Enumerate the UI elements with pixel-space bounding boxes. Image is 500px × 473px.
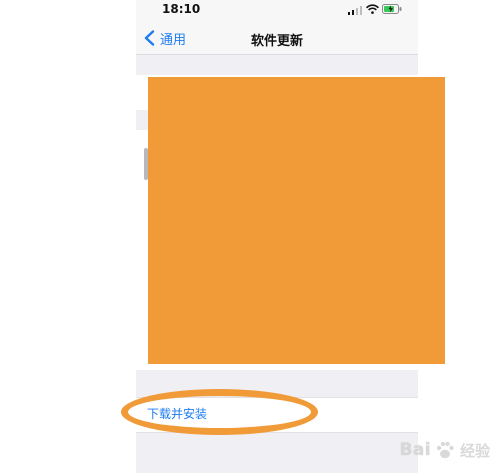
navigation-bar: 通用 软件更新 [136, 22, 418, 55]
status-bar: 18:10 [136, 0, 418, 22]
section-spacer [136, 55, 418, 75]
highlight-ellipse [121, 389, 318, 435]
status-time: 18:10 [162, 2, 201, 16]
screenshot-canvas: 18:10 通用 软件更新 下载并安装 Bai 经验 [0, 0, 500, 473]
wifi-icon [366, 4, 379, 14]
page-title: 软件更新 [250, 34, 303, 49]
baidu-jingyan-watermark: Bai 经验 [400, 437, 490, 463]
paw-icon [436, 441, 454, 459]
battery-icon [382, 4, 402, 14]
watermark-text-right: 经验 [459, 441, 490, 460]
signal-icon [348, 6, 362, 15]
watermark-text-left: Bai [399, 440, 431, 460]
redaction-block [148, 77, 445, 364]
